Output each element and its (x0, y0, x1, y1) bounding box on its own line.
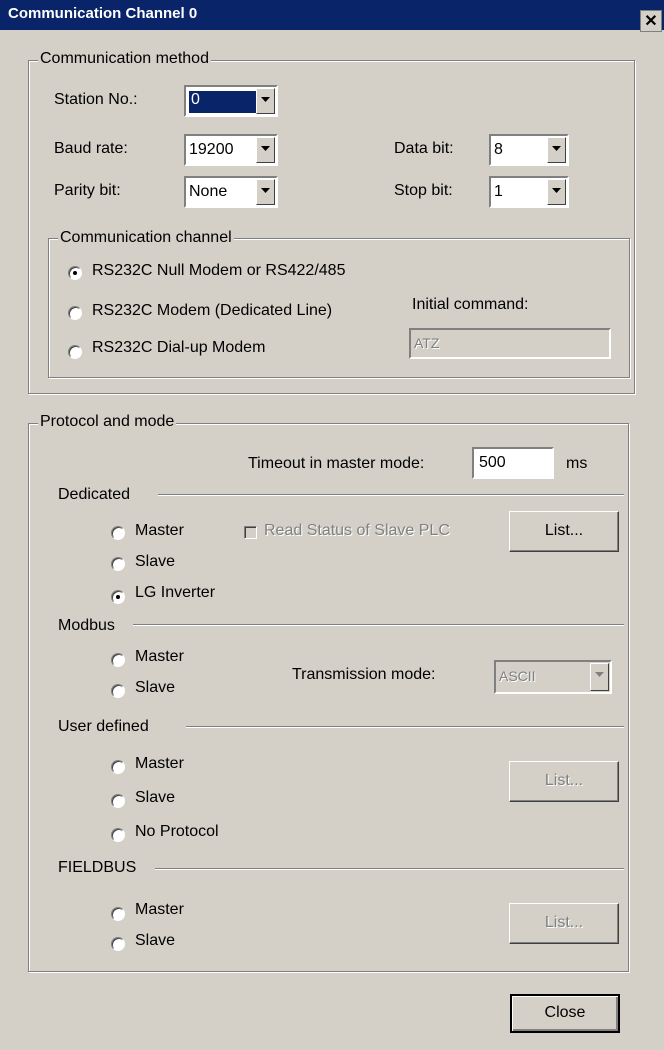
fieldbus-slave-radio[interactable] (111, 937, 125, 951)
fieldbus-slave-label: Slave (135, 932, 176, 949)
dedicated-label: Dedicated (58, 486, 131, 503)
chevron-down-icon[interactable] (590, 663, 609, 691)
parity-select[interactable]: None (184, 176, 278, 208)
fieldbus-master-radio[interactable] (111, 907, 125, 921)
fieldbus-divider (155, 868, 624, 870)
dedicated-list-button[interactable]: List... (509, 511, 619, 552)
read-status-label: Read Status of Slave PLC (264, 522, 450, 539)
transmission-mode-value: ASCII (499, 668, 536, 684)
user-master-label: Master (135, 755, 184, 772)
fieldbus-label: FIELDBUS (58, 859, 137, 876)
transmission-mode-label: Transmission mode: (292, 666, 436, 683)
databit-value: 8 (494, 141, 503, 158)
fieldbus-master-label: Master (135, 901, 184, 918)
modbus-divider (133, 624, 624, 626)
channel-radio-null-modem[interactable] (68, 266, 82, 280)
lg-inverter-label: LG Inverter (135, 584, 216, 601)
parity-value: None (189, 183, 228, 200)
dedicated-master-label: Master (135, 522, 184, 539)
user-defined-label: User defined (58, 718, 149, 735)
stopbit-value: 1 (494, 183, 503, 200)
station-value: 0 (189, 91, 259, 113)
station-select[interactable]: 0 (184, 85, 278, 117)
chevron-down-icon[interactable] (256, 88, 275, 114)
transmission-mode-select[interactable]: ASCII (494, 660, 612, 694)
dedicated-slave-label: Slave (135, 553, 176, 570)
channel-radio-dial-up[interactable] (68, 345, 82, 359)
modbus-master-radio[interactable] (111, 653, 125, 667)
station-label: Station No.: (54, 91, 138, 108)
timeout-value: 500 (479, 454, 506, 471)
dedicated-master-radio[interactable] (111, 526, 125, 540)
user-slave-radio[interactable] (111, 794, 125, 808)
communication-channel-legend: Communication channel (58, 229, 234, 247)
read-status-checkbox[interactable] (244, 526, 257, 539)
channel-label-dial-up: RS232C Dial-up Modem (92, 339, 266, 356)
channel-label-null-modem: RS232C Null Modem or RS422/485 (92, 262, 346, 279)
chevron-down-icon[interactable] (547, 179, 566, 205)
close-button[interactable]: Close (510, 994, 620, 1033)
channel-label-dedicated-line: RS232C Modem (Dedicated Line) (92, 302, 333, 319)
user-slave-label: Slave (135, 789, 176, 806)
no-protocol-label: No Protocol (135, 823, 219, 840)
chevron-down-icon[interactable] (547, 137, 566, 163)
lg-inverter-radio[interactable] (111, 590, 125, 604)
window-title: Communication Channel 0 (8, 5, 198, 22)
user-defined-divider (186, 726, 624, 728)
chevron-down-icon[interactable] (256, 179, 275, 205)
modbus-slave-label: Slave (135, 679, 176, 696)
user-master-radio[interactable] (111, 760, 125, 774)
dedicated-divider (158, 494, 624, 496)
initial-command-label: Initial command: (412, 296, 529, 313)
channel-radio-dedicated-line[interactable] (68, 306, 82, 320)
user-defined-list-button[interactable]: List... (509, 761, 619, 802)
modbus-master-label: Master (135, 648, 184, 665)
protocol-legend: Protocol and mode (38, 413, 177, 431)
chevron-down-icon[interactable] (256, 137, 275, 163)
stopbit-select[interactable]: 1 (489, 176, 569, 208)
dedicated-slave-radio[interactable] (111, 557, 125, 571)
fieldbus-list-button[interactable]: List... (509, 903, 619, 944)
stopbit-label: Stop bit: (394, 182, 453, 199)
parity-label: Parity bit: (54, 182, 121, 199)
communication-method-legend: Communication method (38, 50, 211, 68)
databit-select[interactable]: 8 (489, 134, 569, 166)
baud-label: Baud rate: (54, 140, 128, 157)
no-protocol-radio[interactable] (111, 828, 125, 842)
modbus-slave-radio[interactable] (111, 684, 125, 698)
timeout-label: Timeout in master mode: (248, 455, 425, 472)
timeout-unit: ms (566, 455, 588, 472)
baud-select[interactable]: 19200 (184, 134, 278, 166)
databit-label: Data bit: (394, 140, 454, 157)
timeout-input[interactable]: 500 (472, 447, 554, 479)
close-icon[interactable]: ✕ (640, 10, 662, 32)
initial-command-field[interactable]: ATZ (409, 328, 611, 359)
baud-value: 19200 (189, 141, 234, 158)
initial-command-value: ATZ (414, 335, 440, 351)
modbus-label: Modbus (58, 617, 115, 634)
